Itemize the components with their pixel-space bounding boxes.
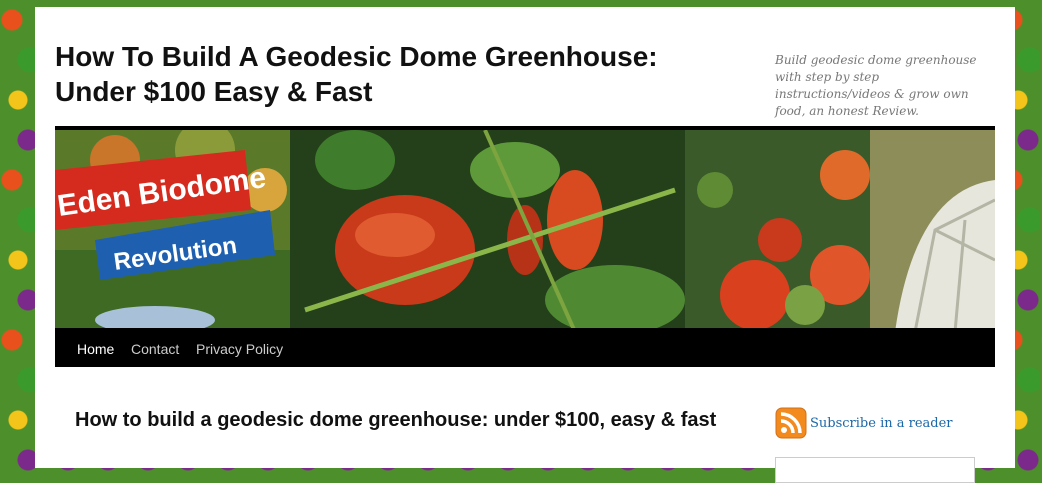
rss-icon[interactable]	[775, 407, 807, 439]
main-navigation: Home Contact Privacy Policy	[55, 328, 995, 367]
site-title-line-2[interactable]: Under $100 Easy & Fast	[55, 74, 735, 109]
post-title[interactable]: How to build a geodesic dome greenhouse:…	[75, 407, 735, 433]
email-subscribe-input[interactable]	[775, 457, 975, 483]
nav-item-privacy-policy[interactable]: Privacy Policy	[196, 328, 283, 367]
nav-item-contact[interactable]: Contact	[131, 328, 179, 367]
subscribe-rss-link[interactable]: Subscribe in a reader	[775, 407, 953, 439]
subscribe-rss-label[interactable]: Subscribe in a reader	[810, 416, 953, 431]
site-title-line-1[interactable]: How To Build A Geodesic Dome Greenhouse:	[55, 39, 735, 74]
header-photo-collage: Eden Biodome Revolution	[55, 130, 995, 332]
nav-item-home[interactable]: Home	[77, 328, 114, 367]
site-title[interactable]: How To Build A Geodesic Dome Greenhouse:…	[55, 39, 735, 109]
header-image[interactable]: Eden Biodome Revolution	[55, 126, 995, 332]
page-container: How To Build A Geodesic Dome Greenhouse:…	[35, 7, 1015, 483]
site-tagline: Build geodesic dome greenhouse with step…	[775, 53, 977, 118]
